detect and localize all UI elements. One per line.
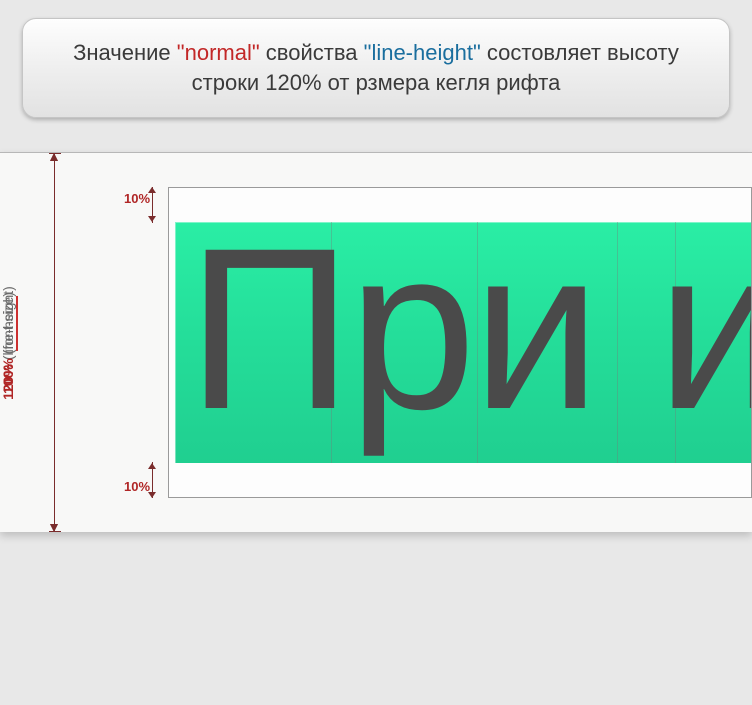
arrow-down-icon [148,492,156,498]
callout-pre: Значение [73,40,177,65]
value-100pct: 100% [0,358,16,394]
glyph-box: При и [175,222,751,463]
keyword-line-height: line-height [364,40,481,65]
underline-red [16,296,18,351]
arrow-down-icon [50,524,58,532]
arrow-up-icon [50,153,58,161]
callout-text: Значение normal свойства line-height сос… [47,38,705,97]
callout-card: Значение normal свойства line-height сос… [22,18,730,118]
gap-top-label: 10% [124,191,150,206]
ruler-font-size: 100% (font-size) [0,465,62,705]
sample-text: При и [187,222,751,463]
keyword-normal: normal [177,40,260,65]
arrow-up-icon [148,463,156,469]
prop-font-size: (font-size) [0,292,16,354]
ruler-font-size-label: 100% (font-size) [0,292,16,394]
ruler-line [54,153,55,532]
arrow-down-icon [148,216,156,222]
em-box-frame: При и [168,187,752,498]
arrow-up-icon [148,187,156,193]
gap-bottom-label: 10% [124,479,150,494]
callout-mid: свойства [260,40,364,65]
diagram: 120% (line-height) 100% (font-size) 10% … [0,152,752,532]
